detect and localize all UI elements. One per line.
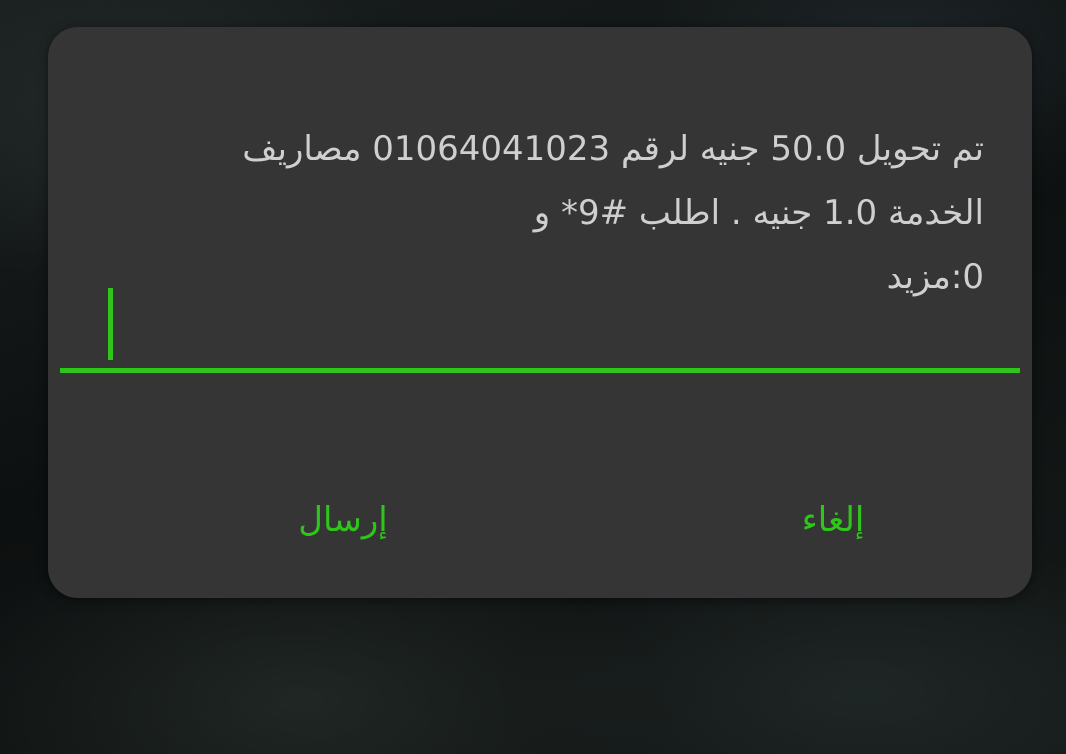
input-underline — [60, 368, 1020, 373]
message-line-1: تم تحويل 50.0 جنيه لرقم 01064041023 مصار… — [242, 129, 984, 169]
send-button[interactable]: إرسال — [193, 485, 493, 555]
text-cursor — [108, 288, 113, 360]
cancel-button[interactable]: إلغاء — [683, 485, 983, 555]
reply-input[interactable] — [60, 282, 1020, 374]
message-line-2: الخدمة 1.0 جنيه . اطلب #9* و — [533, 193, 984, 233]
ussd-dialog: تم تحويل 50.0 جنيه لرقم 01064041023 مصار… — [48, 27, 1032, 598]
dialog-message: تم تحويل 50.0 جنيه لرقم 01064041023 مصار… — [144, 117, 984, 309]
